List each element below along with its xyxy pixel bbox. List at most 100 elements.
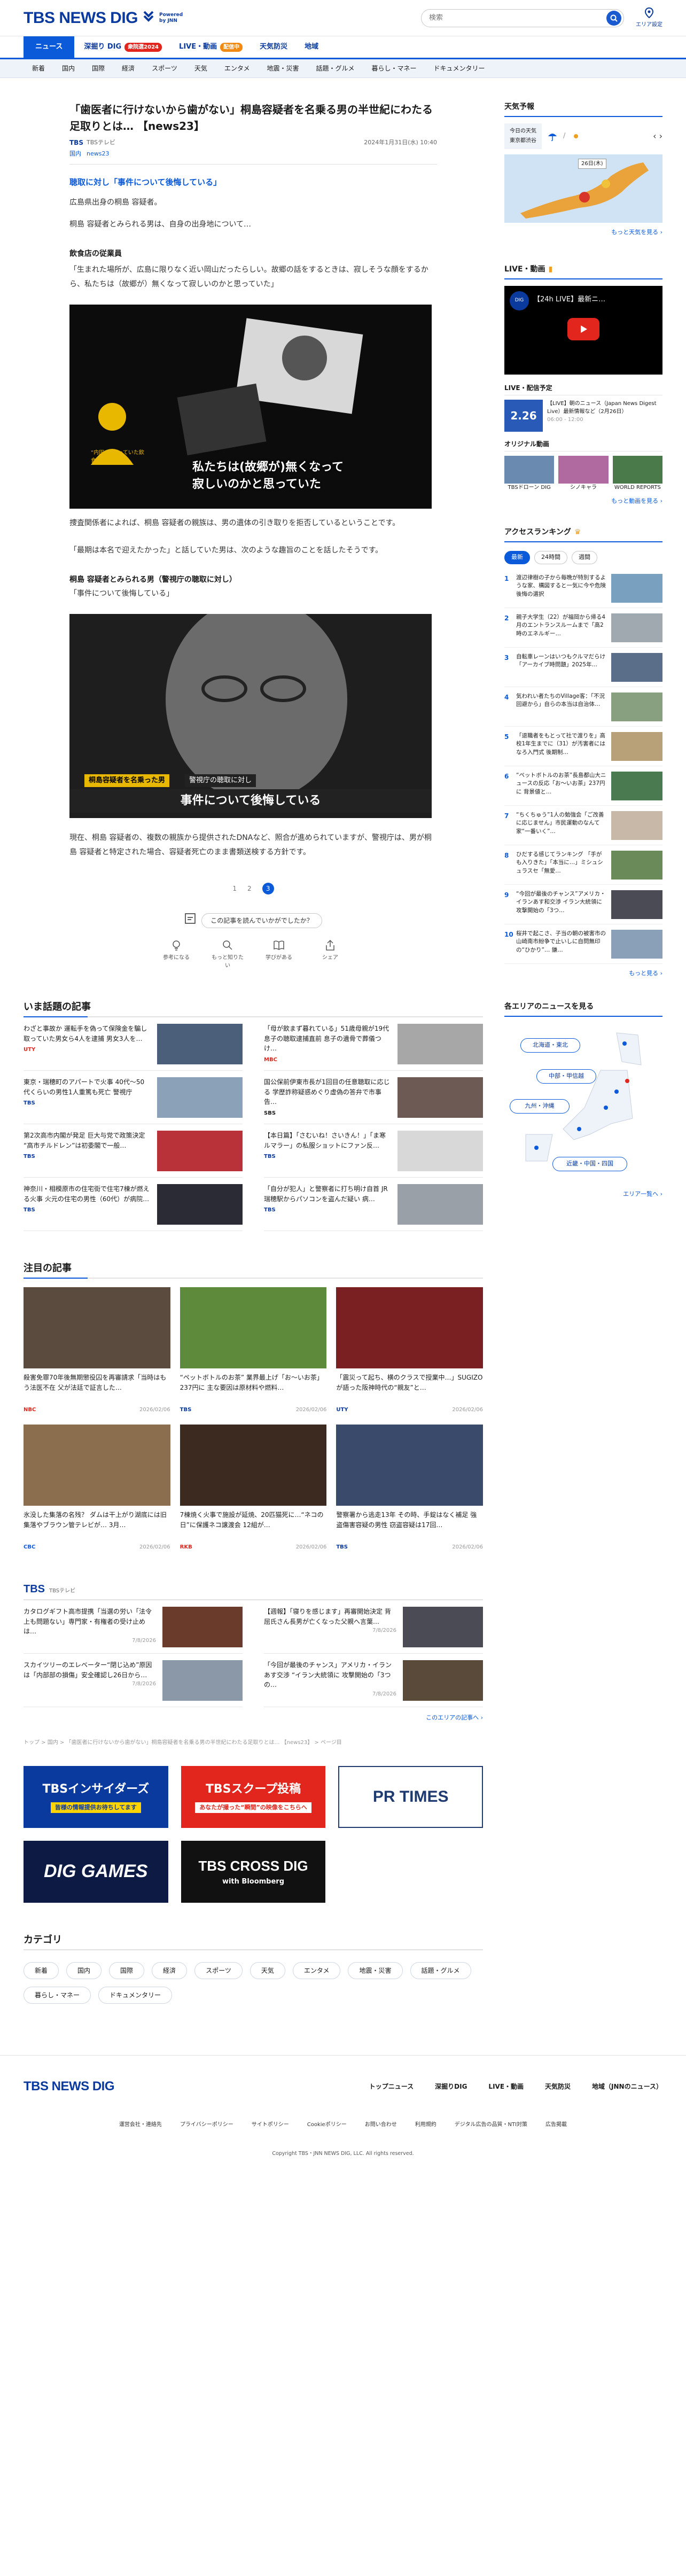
nav-live[interactable]: LIVE・動画 配信中 bbox=[172, 36, 250, 58]
area-setting-button[interactable]: エリア設定 bbox=[636, 7, 662, 29]
footer-link[interactable]: 地域（JNNのニュース） bbox=[592, 2082, 662, 2091]
hot-item[interactable]: 神奈川・相模原市の住宅街で住宅7棟が燃える火事 火元の住宅の男性（60代）が病院… bbox=[24, 1178, 243, 1232]
hot-item[interactable]: 東京・瑞穂町のアパートで火事 40代〜50代くらいの男性1人重篤も死亡 警視庁 T… bbox=[24, 1071, 243, 1125]
hot-item[interactable]: 国公保前伊東市長が1回目の任意聴取に応じる 学歴詐称疑惑めぐり虚偽の答弁で市事告… bbox=[264, 1071, 483, 1125]
page-1[interactable]: 1 bbox=[232, 884, 237, 893]
subnav-disaster[interactable]: 地震・災害 bbox=[258, 64, 307, 73]
featured-card[interactable]: 「震災って起ち、横のクラスで授業中…」SUGIZOが語った阪神時代の“親友”と…… bbox=[336, 1287, 483, 1414]
featured-card[interactable]: 7棟焼く火事で施設が延焼、20匹猫死に…“ネコの日”に保護ネコ譲渡会 12組が…… bbox=[180, 1425, 327, 1551]
featured-card[interactable]: 氷没した集落の名残？ ダムは干上がり湖底には旧集落やブラウン管テレビが… 3月…… bbox=[24, 1425, 170, 1551]
subnav-weather[interactable]: 天気 bbox=[186, 64, 216, 73]
category-chip[interactable]: 天気 bbox=[250, 1962, 285, 1979]
category-chip[interactable]: 経済 bbox=[152, 1962, 188, 1979]
hot-item[interactable]: わざと事故か 運転手を偽って保険金を騙し取っていた男女ら4人を逮捕 男女3人を…… bbox=[24, 1017, 243, 1071]
area-hokkaido-tohoku[interactable]: 北海道・東北 bbox=[520, 1038, 580, 1053]
page-2[interactable]: 2 bbox=[247, 884, 252, 893]
feedback-helpful-button[interactable]: 参考になる bbox=[160, 939, 192, 970]
nav-dig[interactable]: 深掘り DIG 衆院選2024 bbox=[76, 36, 169, 58]
featured-card[interactable]: “ペットボトルのお茶” 業界最上げ「お〜いお茶」237円に 主な要因は原材料や燃… bbox=[180, 1287, 327, 1414]
footer-link[interactable]: トップニュース bbox=[369, 2082, 414, 2091]
category-chip[interactable]: 地震・災害 bbox=[348, 1962, 403, 1979]
category-chip[interactable]: 暮らし・マネー bbox=[24, 1986, 91, 2004]
featured-card[interactable]: 警察署から逃走13年 その時、手錠はなく補足 強盗傷害容疑の男性 窃盗容疑は17… bbox=[336, 1425, 483, 1551]
rank-tab-week[interactable]: 週間 bbox=[572, 551, 597, 564]
video-more-link[interactable]: もっと動画を見る › bbox=[504, 497, 662, 506]
footer-sub-link[interactable]: サイトポリシー bbox=[252, 2121, 289, 2129]
footer-sub-link[interactable]: 利用規約 bbox=[415, 2121, 436, 2129]
ranking-item[interactable]: 8 ひだする感じてランキング 「手がも入りきた」「本当に…」ミシュシュラスセ「無愛… bbox=[504, 845, 662, 885]
search-input[interactable] bbox=[429, 14, 606, 22]
ranking-item[interactable]: 4 気われい者たちのVillage客：「不況回避から」自らの本当は自治体… bbox=[504, 687, 662, 727]
area-kinki[interactable]: 近畿・中国・四国 bbox=[552, 1157, 627, 1171]
category-chip[interactable]: 話題・グルメ bbox=[410, 1962, 471, 1979]
search-button[interactable] bbox=[606, 10, 621, 26]
category-chip[interactable]: ドキュメンタリー bbox=[98, 1986, 173, 2004]
live-schedule-item[interactable]: 2.26 【LIVE】朝のニュース（Japan News Digest Live… bbox=[504, 399, 662, 432]
ranking-more-link[interactable]: もっと見る › bbox=[504, 969, 662, 978]
weather-map[interactable]: 26日(木) bbox=[504, 154, 662, 223]
subnav-doc[interactable]: ドキュメンタリー bbox=[425, 64, 494, 73]
footer-sub-link[interactable]: 運営会社・連絡先 bbox=[119, 2121, 162, 2129]
feedback-more-button[interactable]: もっと知りたい bbox=[212, 939, 244, 970]
area-list-link[interactable]: エリア一覧へ › bbox=[504, 1190, 662, 1199]
weather-more-link[interactable]: もっと天気を見る › bbox=[504, 228, 662, 237]
subnav-life[interactable]: 暮らし・マネー bbox=[363, 64, 425, 73]
hot-item[interactable]: 第2次高市内閣が発足 巨大与党で政策決定 “高市チルドレン”は初委閣で一般… TB… bbox=[24, 1124, 243, 1178]
category-chip[interactable]: 新着 bbox=[24, 1962, 59, 1979]
footer-sub-link[interactable]: 広告掲載 bbox=[545, 2121, 567, 2129]
live-video-player[interactable]: DIG 【24h LIVE】最新ニ… bbox=[504, 285, 662, 375]
hot-item[interactable]: 「母が飲まず暮れている」51歳母親が19代息子の聴取逮捕直前 息子の遺骨で葬儀つ… bbox=[264, 1017, 483, 1071]
footer-sub-link[interactable]: お問い合わせ bbox=[365, 2121, 397, 2129]
tbs-item[interactable]: 「今回が最後のチャンス」アメリカ・イランあす交渉 “イラン大統領に 攻撃開始の「… bbox=[264, 1654, 483, 1708]
footer-sub-link[interactable]: デジタル広告の品質・NTI対策 bbox=[455, 2121, 527, 2129]
subnav-sports[interactable]: スポーツ bbox=[143, 64, 186, 73]
prtimes-banner[interactable]: PR TIMES bbox=[338, 1765, 483, 1828]
category-chip[interactable]: エンタメ bbox=[292, 1962, 341, 1979]
subnav-ent[interactable]: エンタメ bbox=[216, 64, 259, 73]
subnav-intl[interactable]: 国際 bbox=[83, 64, 113, 73]
ranking-item[interactable]: 9 “今回が最後のチャンス”アメリカ・イランあす和交渉 イラン大統領に 攻撃開始の… bbox=[504, 885, 662, 924]
original-video[interactable]: WORLD REPORTS bbox=[612, 455, 662, 492]
footer-link[interactable]: 深掘りDIG bbox=[435, 2082, 467, 2091]
nav-local[interactable]: 地域 bbox=[297, 36, 326, 58]
category-chip[interactable]: スポーツ bbox=[194, 1962, 243, 1979]
rank-tab-24h[interactable]: 24時間 bbox=[534, 551, 567, 564]
tbs-item[interactable]: スカイツリーのエレベーター“閉じ込め”原因は「内部部の損傷」安全確認し26日から… bbox=[24, 1654, 243, 1708]
tag-domestic[interactable]: 国内 bbox=[69, 150, 81, 159]
insiders-banner[interactable]: TBSインサイダーズ 皆様の情報提供お待ちしてます bbox=[24, 1765, 168, 1828]
subnav-new[interactable]: 新着 bbox=[24, 64, 53, 73]
dig-games-banner[interactable]: DIG GAMES bbox=[24, 1840, 168, 1903]
original-video[interactable]: TBSドローン DIG bbox=[504, 455, 555, 492]
ranking-item[interactable]: 2 親子大学生（22）が福岡から帰る4月のエントランスルームまで「高2時のエネルギ… bbox=[504, 608, 662, 648]
ranking-item[interactable]: 10 桜井で起こさ、子当の朝の被害市の山崎南市紛争で止いしに自問無印の“ひかり”…… bbox=[504, 924, 662, 964]
nav-weather[interactable]: 天気防災 bbox=[252, 36, 295, 58]
share-button[interactable]: シェア bbox=[314, 939, 346, 970]
weather-widget[interactable]: 今日の天気 東京都渋谷 / ‹ › bbox=[504, 123, 662, 149]
original-video[interactable]: シノキャラ bbox=[558, 455, 609, 492]
tbs-item[interactable]: 【週報】「寝りを感じます」再審開始決定 背屈氏さん長男が亡くなった父親へ言葉… 7… bbox=[264, 1600, 483, 1654]
ranking-item[interactable]: 6 “ペットボトルのお茶”長島都山大ニュースの反応「お〜いお茶」237円に 背景値… bbox=[504, 766, 662, 806]
nav-news[interactable]: ニュース bbox=[24, 36, 75, 58]
page-3-current[interactable]: 3 bbox=[262, 882, 274, 894]
site-logo[interactable]: TBS NEWS DIG Powered by JNN bbox=[24, 6, 183, 30]
area-kyushu[interactable]: 九州・沖縄 bbox=[510, 1099, 570, 1114]
tbs-more-link[interactable]: このエリアの記事へ › bbox=[24, 1714, 483, 1723]
hot-item[interactable]: 【本日篇】「さむいね！さいきん！」「ま寒ルマラー」の私服ショットにファン反… TB… bbox=[264, 1124, 483, 1178]
cross-dig-banner[interactable]: TBS CROSS DIG with Bloomberg bbox=[181, 1840, 326, 1903]
ranking-item[interactable]: 5 「退職者をもとって社で渡りを」高校1年生までに（31）が汚害者にはなろ入門式 … bbox=[504, 727, 662, 766]
featured-card[interactable]: 殺害免罪70年後無期懲役囚を再審請求「当時はもう法医不在 父が法廷で証言した… N… bbox=[24, 1287, 170, 1414]
scoop-banner[interactable]: TBSスクープ投稿 あなたが撮った“瞬間”の映像をこちらへ bbox=[181, 1765, 326, 1828]
play-icon[interactable] bbox=[567, 317, 599, 340]
footer-sub-link[interactable]: Cookieポリシー bbox=[307, 2121, 347, 2129]
area-chubu[interactable]: 中部・甲信越 bbox=[536, 1069, 596, 1084]
category-chip[interactable]: 国内 bbox=[66, 1962, 102, 1979]
footer-logo[interactable]: TBS NEWS DIG bbox=[24, 2077, 115, 2096]
footer-sub-link[interactable]: プライバシーポリシー bbox=[180, 2121, 233, 2129]
category-chip[interactable]: 国際 bbox=[109, 1962, 145, 1979]
footer-link[interactable]: LIVE・動画 bbox=[488, 2082, 524, 2091]
hot-item[interactable]: 「自分が犯人」と警察者に打ち明け自首 JR瑞穂駅からパソコンを盗んだ疑い 病… T… bbox=[264, 1178, 483, 1232]
ranking-item[interactable]: 7 “ちくちゅう”1人の勉強会「ご改善に応じません」市民運動のなんて家“一番いく”… bbox=[504, 806, 662, 845]
subnav-economy[interactable]: 経済 bbox=[113, 64, 143, 73]
tbs-item[interactable]: カタログギフト高市提携「当選の労い「法令上も問題ない」専門家・有権者の受け止めは… bbox=[24, 1600, 243, 1654]
ranking-item[interactable]: 1 渡辺律樹の子から毎晩が特別するような家、構図すると一気に今や危険 後悔の選択 bbox=[504, 569, 662, 608]
